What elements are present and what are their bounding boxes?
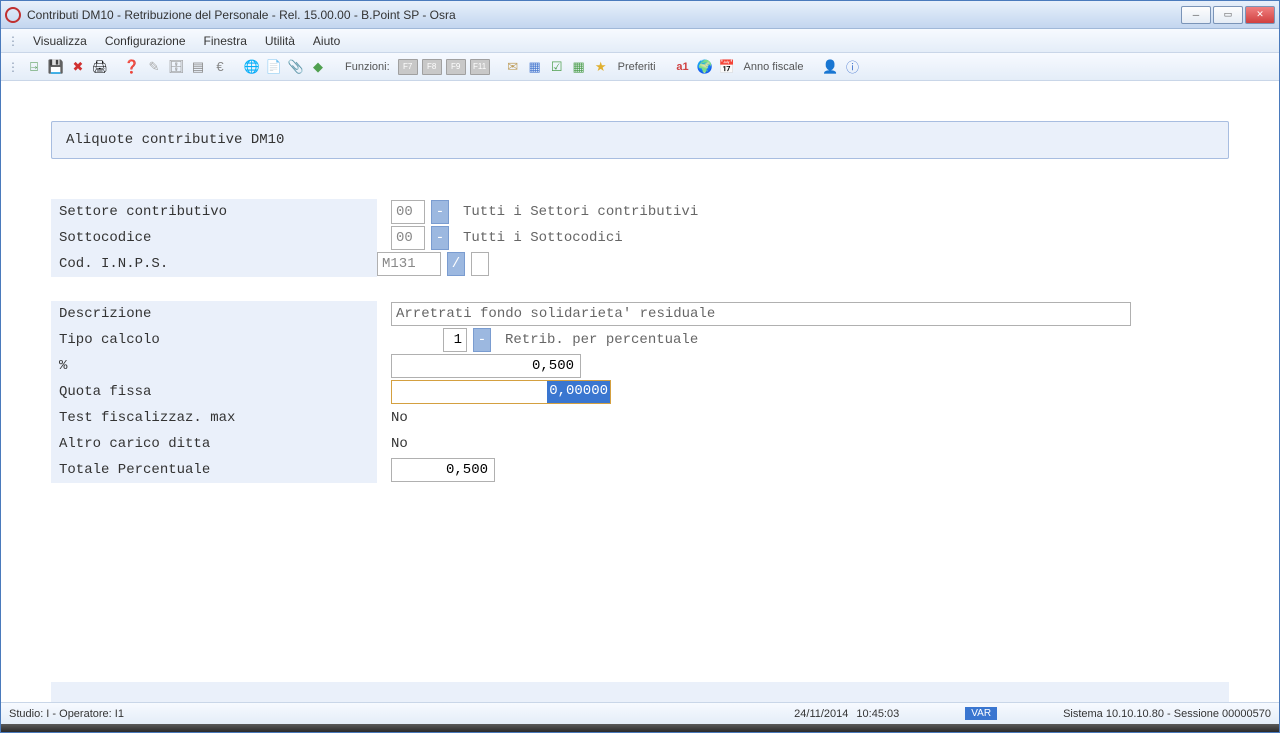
f9-button[interactable]: F9 <box>446 59 466 75</box>
save-icon[interactable]: 💾 <box>47 58 65 76</box>
settore-input[interactable] <box>391 200 425 224</box>
row-test-fiscal: Test fiscalizzaz. max No <box>51 405 1229 431</box>
sottocodice-desc: Tutti i Sottocodici <box>463 230 623 246</box>
footer-strip <box>51 682 1229 702</box>
status-right: Sistema 10.10.10.80 - Sessione 00000570 <box>1063 708 1271 720</box>
test-fiscal-label: Test fiscalizzaz. max <box>51 405 377 431</box>
codinps-label: Cod. I.N.P.S. <box>51 251 377 277</box>
preferiti-label[interactable]: Preferiti <box>614 61 660 73</box>
status-date: 24/11/2014 <box>794 708 848 720</box>
window-title: Contributi DM10 - Retribuzione del Perso… <box>27 8 1181 22</box>
status-var-badge: VAR <box>965 707 997 720</box>
codinps-input[interactable] <box>377 252 441 276</box>
books-icon[interactable]: ◆ <box>309 58 327 76</box>
print-icon[interactable]: 🖨 <box>91 58 109 76</box>
app-window: Contributi DM10 - Retribuzione del Perso… <box>0 0 1280 733</box>
about-icon[interactable]: ⓘ <box>843 58 861 76</box>
f7-button[interactable]: F7 <box>398 59 418 75</box>
calendar-icon[interactable]: 📅 <box>718 58 736 76</box>
sottocodice-lookup-button[interactable]: - <box>431 226 449 250</box>
menu-configurazione[interactable]: Configurazione <box>97 32 194 50</box>
content-area: Aliquote contributive DM10 Settore contr… <box>1 81 1279 702</box>
excel-icon[interactable]: ▦ <box>570 58 588 76</box>
f8-button[interactable]: F8 <box>422 59 442 75</box>
descrizione-label: Descrizione <box>51 301 377 327</box>
os-taskbar <box>1 724 1279 732</box>
help-icon[interactable]: ❓ <box>123 58 141 76</box>
row-percent: % <box>51 353 1229 379</box>
tipo-calcolo-lookup-button[interactable]: - <box>473 328 491 352</box>
descrizione-input[interactable] <box>391 302 1131 326</box>
row-altro-carico: Altro carico ditta No <box>51 431 1229 457</box>
row-codinps: Cod. I.N.P.S. / <box>51 251 1229 277</box>
menu-aiuto[interactable]: Aiuto <box>305 32 348 50</box>
statusbar: Studio: I - Operatore: I1 24/11/2014 10:… <box>1 702 1279 724</box>
exit-icon[interactable]: ⍈ <box>25 58 43 76</box>
menu-visualizza[interactable]: Visualizza <box>25 32 95 50</box>
codinps-suffix-input[interactable] <box>471 252 489 276</box>
row-totale-percent: Totale Percentuale <box>51 457 1229 483</box>
minimize-button[interactable]: ─ <box>1181 6 1211 24</box>
funzioni-label: Funzioni: <box>341 61 394 73</box>
tipo-calcolo-input[interactable] <box>443 328 467 352</box>
db-icon[interactable]: 🗄 <box>167 58 185 76</box>
toolbar: ⋮ ⍈ 💾 ✖ 🖨 ❓ ✎ 🗄 ▤ € 🌐 📄 📎 ◆ Funzioni: F7… <box>1 53 1279 81</box>
row-descrizione: Descrizione <box>51 301 1229 327</box>
a1-icon[interactable]: a1 <box>674 58 692 76</box>
mail-icon[interactable]: ✉ <box>504 58 522 76</box>
settore-lookup-button[interactable]: - <box>431 200 449 224</box>
list-icon[interactable]: ▤ <box>189 58 207 76</box>
percent-label: % <box>51 353 377 379</box>
tipo-calcolo-label: Tipo calcolo <box>51 327 377 353</box>
user-icon[interactable]: 👤 <box>821 58 839 76</box>
menu-utilita[interactable]: Utilità <box>257 32 303 50</box>
attach-icon[interactable]: 📎 <box>287 58 305 76</box>
page-title: Aliquote contributive DM10 <box>51 121 1229 159</box>
settore-desc: Tutti i Settori contributivi <box>463 204 698 220</box>
check-icon[interactable]: ☑ <box>548 58 566 76</box>
f11-button[interactable]: F11 <box>470 59 490 75</box>
titlebar: Contributi DM10 - Retribuzione del Perso… <box>1 1 1279 29</box>
star-icon[interactable]: ★ <box>592 58 610 76</box>
menubar: ⋮ Visualizza Configurazione Finestra Uti… <box>1 29 1279 53</box>
totale-percent-input[interactable] <box>391 458 495 482</box>
status-left: Studio: I - Operatore: I1 <box>9 708 124 720</box>
toolbar-grip-icon: ⋮ <box>7 60 19 74</box>
test-fiscal-value: No <box>391 410 408 426</box>
quota-fissa-label: Quota fissa <box>51 379 377 405</box>
sottocodice-label: Sottocodice <box>51 225 377 251</box>
totale-percent-label: Totale Percentuale <box>51 457 377 483</box>
quota-fissa-input[interactable]: 0,00000 <box>391 380 611 404</box>
percent-input[interactable] <box>391 354 581 378</box>
doc-icon[interactable]: 📄 <box>265 58 283 76</box>
row-settore: Settore contributivo - Tutti i Settori c… <box>51 199 1229 225</box>
tipo-calcolo-desc: Retrib. per percentuale <box>505 332 698 348</box>
altro-carico-value: No <box>391 436 408 452</box>
info-icon[interactable]: ✎ <box>145 58 163 76</box>
quota-fissa-selected-text: 0,00000 <box>547 381 610 403</box>
maximize-button[interactable]: ▭ <box>1213 6 1243 24</box>
row-tipo-calcolo: Tipo calcolo - Retrib. per percentuale <box>51 327 1229 353</box>
sottocodice-input[interactable] <box>391 226 425 250</box>
app-icon <box>5 7 21 23</box>
form-area: Settore contributivo - Tutti i Settori c… <box>51 199 1229 483</box>
settore-label: Settore contributivo <box>51 199 377 225</box>
delete-icon[interactable]: ✖ <box>69 58 87 76</box>
status-time: 10:45:03 <box>856 708 899 720</box>
close-button[interactable]: ✕ <box>1245 6 1275 24</box>
codinps-lookup-button[interactable]: / <box>447 252 465 276</box>
anno-fiscale-label[interactable]: Anno fiscale <box>740 61 808 73</box>
altro-carico-label: Altro carico ditta <box>51 431 377 457</box>
menubar-grip-icon: ⋮ <box>7 34 19 48</box>
com-icon[interactable]: ▦ <box>526 58 544 76</box>
euro-icon[interactable]: € <box>211 58 229 76</box>
globe2-icon[interactable]: 🌍 <box>696 58 714 76</box>
menu-finestra[interactable]: Finestra <box>196 32 255 50</box>
row-quota-fissa: Quota fissa 0,00000 <box>51 379 1229 405</box>
row-sottocodice: Sottocodice - Tutti i Sottocodici <box>51 225 1229 251</box>
world-icon[interactable]: 🌐 <box>243 58 261 76</box>
